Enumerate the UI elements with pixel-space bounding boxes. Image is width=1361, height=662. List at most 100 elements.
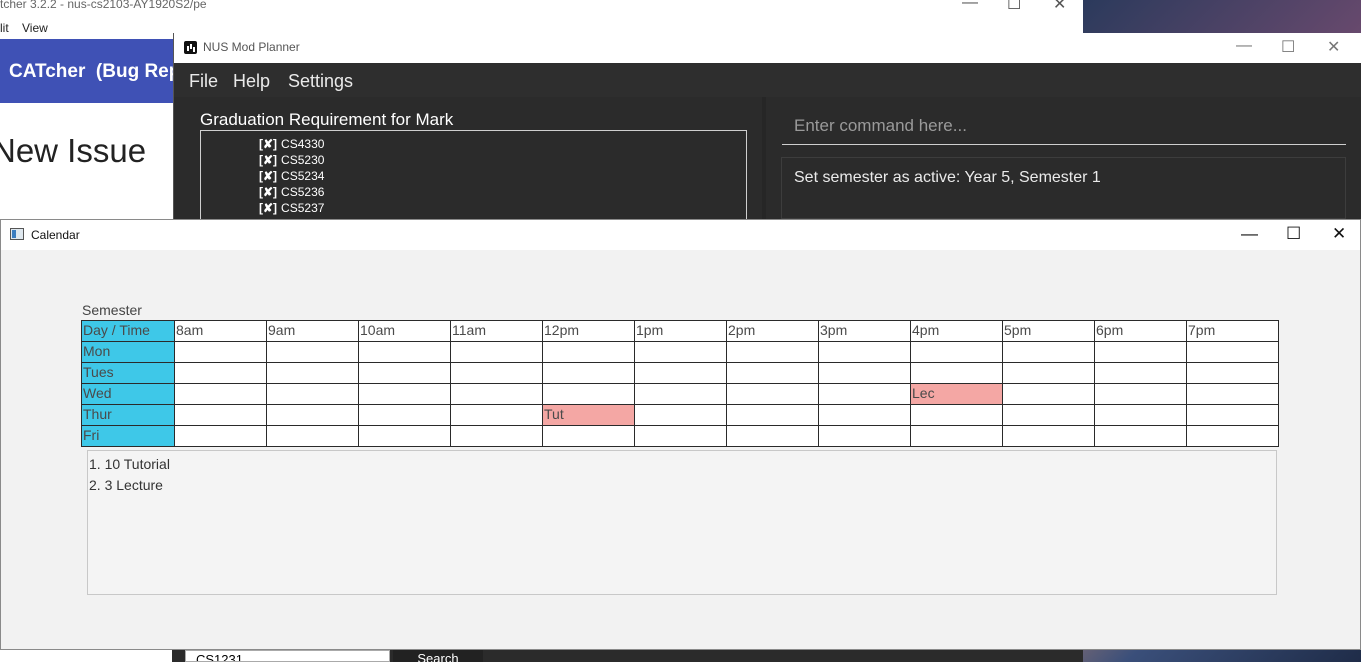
empty-slot[interactable] bbox=[174, 383, 267, 405]
empty-slot[interactable] bbox=[358, 404, 451, 426]
list-item[interactable]: 1. 10 Tutorial bbox=[89, 454, 1276, 475]
time-header-cell: 2pm bbox=[726, 320, 819, 342]
empty-slot[interactable] bbox=[450, 383, 543, 405]
command-input[interactable]: Enter command here... bbox=[782, 111, 1346, 145]
calendar-close-button[interactable]: ✕ bbox=[1332, 224, 1346, 244]
time-header-cell: 4pm bbox=[910, 320, 1003, 342]
empty-slot[interactable] bbox=[1094, 383, 1187, 405]
empty-slot[interactable] bbox=[1002, 425, 1095, 447]
empty-slot[interactable] bbox=[358, 425, 451, 447]
empty-slot[interactable] bbox=[1186, 362, 1279, 384]
empty-slot[interactable] bbox=[174, 425, 267, 447]
calendar-titlebar: Calendar — ☐ ✕ bbox=[1, 220, 1360, 250]
empty-slot[interactable] bbox=[910, 404, 1003, 426]
planner-maximize-button[interactable]: ☐ bbox=[1281, 37, 1295, 57]
empty-slot[interactable] bbox=[450, 425, 543, 447]
planner-menu-help[interactable]: Help bbox=[233, 71, 270, 92]
requirement-unmet-mark: [✘] bbox=[259, 185, 278, 199]
timetable-grid: Day / Time 8am 9am 10am 11am 12pm 1pm 2pm 3pm 4pm… bbox=[81, 320, 1279, 447]
catcher-close-button[interactable]: ✕ bbox=[1053, 0, 1066, 14]
empty-slot[interactable] bbox=[818, 383, 911, 405]
empty-slot[interactable] bbox=[726, 362, 819, 384]
empty-slot[interactable] bbox=[726, 341, 819, 363]
empty-slot[interactable] bbox=[634, 425, 727, 447]
empty-slot[interactable] bbox=[358, 341, 451, 363]
empty-slot[interactable] bbox=[266, 341, 359, 363]
empty-slot[interactable] bbox=[174, 362, 267, 384]
empty-slot[interactable] bbox=[1002, 341, 1095, 363]
empty-slot[interactable] bbox=[1094, 425, 1187, 447]
empty-slot[interactable] bbox=[1186, 425, 1279, 447]
graduation-requirement-list[interactable]: [✘] CS4330 [✘] CS5230 [✘] CS5234 [✘] CS5236 … bbox=[200, 130, 747, 230]
empty-slot[interactable] bbox=[542, 341, 635, 363]
empty-slot[interactable] bbox=[542, 362, 635, 384]
empty-slot[interactable] bbox=[450, 404, 543, 426]
requirement-unmet-mark: [✘] bbox=[259, 169, 278, 183]
grad-requirement-item: [✘] CS4330 bbox=[259, 137, 324, 151]
empty-slot[interactable] bbox=[1186, 404, 1279, 426]
planner-minimize-button[interactable]: — bbox=[1236, 37, 1252, 55]
semester-label: Semester bbox=[82, 302, 142, 318]
catcher-maximize-button[interactable]: ☐ bbox=[1007, 0, 1021, 14]
empty-slot[interactable] bbox=[266, 404, 359, 426]
list-item[interactable]: 2. 3 Lecture bbox=[89, 475, 1276, 496]
lesson-slot[interactable]: Lec bbox=[910, 383, 1003, 405]
empty-slot[interactable] bbox=[542, 383, 635, 405]
empty-slot[interactable] bbox=[174, 404, 267, 426]
empty-slot[interactable] bbox=[1094, 362, 1187, 384]
module-code: CS5236 bbox=[281, 185, 325, 199]
empty-slot[interactable] bbox=[634, 404, 727, 426]
empty-slot[interactable] bbox=[1002, 362, 1095, 384]
catcher-menu-edit[interactable]: lit bbox=[0, 21, 9, 35]
result-display: Set semester as active: Year 5, Semester… bbox=[781, 157, 1346, 219]
calendar-maximize-button[interactable]: ☐ bbox=[1286, 224, 1301, 244]
empty-slot[interactable] bbox=[634, 383, 727, 405]
empty-slot[interactable] bbox=[726, 425, 819, 447]
empty-slot[interactable] bbox=[818, 341, 911, 363]
empty-slot[interactable] bbox=[266, 425, 359, 447]
empty-slot[interactable] bbox=[910, 425, 1003, 447]
empty-slot[interactable] bbox=[818, 362, 911, 384]
empty-slot[interactable] bbox=[542, 425, 635, 447]
empty-slot[interactable] bbox=[358, 383, 451, 405]
lesson-list[interactable]: 1. 10 Tutorial 2. 3 Lecture bbox=[87, 450, 1277, 595]
split-pane-divider[interactable] bbox=[762, 97, 766, 219]
empty-slot[interactable] bbox=[358, 362, 451, 384]
empty-slot[interactable] bbox=[174, 341, 267, 363]
requirement-unmet-mark: [✘] bbox=[259, 153, 278, 167]
empty-slot[interactable] bbox=[1002, 404, 1095, 426]
lesson-slot[interactable]: Tut bbox=[542, 404, 635, 426]
module-search-button[interactable]: Search bbox=[393, 650, 483, 662]
empty-slot[interactable] bbox=[450, 341, 543, 363]
empty-slot[interactable] bbox=[1094, 404, 1187, 426]
planner-close-button[interactable]: ✕ bbox=[1327, 37, 1340, 57]
timetable-header-row: Day / Time 8am 9am 10am 11am 12pm 1pm 2pm 3pm 4pm… bbox=[81, 320, 1279, 342]
empty-slot[interactable] bbox=[1186, 341, 1279, 363]
grad-requirement-item: [✘] CS5230 bbox=[259, 153, 324, 167]
empty-slot[interactable] bbox=[818, 425, 911, 447]
empty-slot[interactable] bbox=[818, 404, 911, 426]
empty-slot[interactable] bbox=[634, 341, 727, 363]
module-search-input[interactable]: CS1231 bbox=[185, 650, 390, 662]
planner-menu-settings[interactable]: Settings bbox=[288, 71, 353, 92]
empty-slot[interactable] bbox=[266, 383, 359, 405]
catcher-menu-view[interactable]: View bbox=[22, 21, 48, 35]
empty-slot[interactable] bbox=[910, 362, 1003, 384]
calendar-minimize-button[interactable]: — bbox=[1241, 224, 1258, 244]
empty-slot[interactable] bbox=[1186, 383, 1279, 405]
catcher-titlebar: tcher 3.2.2 - nus-cs2103-AY1920S2/pe — ☐… bbox=[0, 0, 1083, 14]
catcher-minimize-button[interactable]: — bbox=[962, 0, 978, 12]
empty-slot[interactable] bbox=[266, 362, 359, 384]
empty-slot[interactable] bbox=[910, 341, 1003, 363]
calendar-window-title: Calendar bbox=[31, 228, 80, 242]
empty-slot[interactable] bbox=[1094, 341, 1187, 363]
empty-slot[interactable] bbox=[726, 383, 819, 405]
graduation-requirement-title: Graduation Requirement for Mark bbox=[200, 110, 454, 129]
empty-slot[interactable] bbox=[450, 362, 543, 384]
planner-menu-file[interactable]: File bbox=[189, 71, 218, 92]
day-header-cell: Tues bbox=[81, 362, 175, 384]
catcher-header-title: CATcher (Bug Rep bbox=[9, 61, 181, 82]
empty-slot[interactable] bbox=[726, 404, 819, 426]
empty-slot[interactable] bbox=[1002, 383, 1095, 405]
empty-slot[interactable] bbox=[634, 362, 727, 384]
